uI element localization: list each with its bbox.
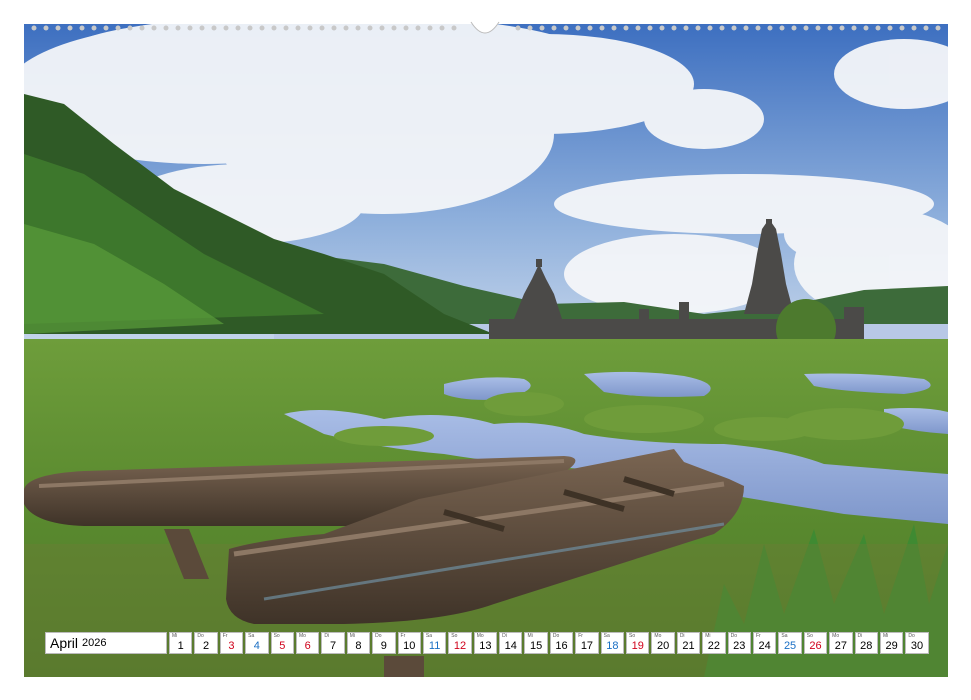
- weekday-abbr: Do: [197, 633, 204, 639]
- day-number: 3: [228, 640, 235, 652]
- weekday-abbr: Mi: [527, 633, 533, 639]
- calendar-day-27: Mo 27: [829, 632, 853, 654]
- day-number: 12: [453, 640, 467, 652]
- calendar-day-25: Sa 25: [778, 632, 802, 654]
- weekday-abbr: Mo: [654, 633, 662, 639]
- day-number: 6: [304, 640, 311, 652]
- day-number: 26: [809, 640, 822, 652]
- day-number: 29: [885, 640, 898, 652]
- day-number: 13: [479, 640, 492, 652]
- month-name: April: [50, 635, 79, 651]
- photo-scene: [24, 24, 948, 677]
- calendar-day-23: Do 23: [727, 632, 751, 654]
- weekday-abbr: Mi: [349, 633, 356, 639]
- weekday-abbr: Mo: [476, 633, 484, 639]
- calendar-month-label: April 2026: [45, 632, 167, 654]
- weekday-abbr: So: [273, 633, 280, 639]
- weekday-abbr: Do: [908, 633, 915, 639]
- weekday-abbr: Sa: [603, 633, 610, 639]
- day-number: 7: [329, 640, 337, 652]
- weekday-abbr: Di: [502, 633, 507, 639]
- calendar-day-7: Di 7: [321, 632, 345, 654]
- weekday-abbr: Fr: [400, 633, 406, 639]
- weekday-abbr: Mo: [832, 633, 840, 639]
- day-number: 25: [783, 640, 797, 652]
- weekday-abbr: Di: [324, 633, 330, 639]
- day-number: 16: [555, 640, 568, 652]
- day-number: 18: [606, 640, 619, 652]
- calendar-day-8: Mi 8: [346, 632, 371, 654]
- day-number: 28: [860, 640, 873, 652]
- day-number: 4: [253, 640, 260, 652]
- calendar-day-30: Do 30: [905, 632, 929, 654]
- day-number: 22: [707, 640, 721, 652]
- weekday-abbr: Fr: [755, 633, 761, 639]
- calendar-day-16: Do 16: [549, 632, 574, 654]
- calendar-day-12: So 12: [448, 632, 472, 654]
- day-number: 9: [380, 640, 387, 652]
- calendar-day-11: Sa 11: [422, 632, 447, 654]
- weekday-abbr: Do: [552, 633, 560, 639]
- weekday-abbr: Mi: [172, 633, 178, 639]
- weekday-abbr: So: [451, 633, 458, 639]
- calendar-day-29: Mi 29: [879, 632, 904, 654]
- day-number: 27: [834, 640, 847, 652]
- calendar-day-20: Mo 20: [651, 632, 675, 654]
- calendar-day-6: Mo 6: [295, 632, 320, 654]
- day-number: 21: [682, 640, 695, 652]
- calendar-day-9: Do 9: [372, 632, 396, 654]
- calendar-day-22: Mi 22: [702, 632, 726, 654]
- calendar-day-21: Di 21: [676, 632, 701, 654]
- day-number: 2: [203, 640, 210, 652]
- calendar-day-24: Fr 24: [752, 632, 777, 654]
- day-number: 10: [403, 640, 416, 652]
- day-number: 19: [631, 640, 644, 652]
- calendar-day-14: Di 14: [499, 632, 523, 654]
- weekday-abbr: So: [806, 633, 813, 639]
- day-number: 5: [279, 640, 286, 652]
- weekday-abbr: Do: [375, 633, 382, 639]
- day-number: 17: [580, 640, 594, 652]
- weekday-abbr: Sa: [248, 633, 255, 639]
- calendar-day-26: So 26: [803, 632, 828, 654]
- day-number: 20: [656, 640, 670, 652]
- calendar-day-19: So 19: [626, 632, 650, 654]
- calendar-day-5: So 5: [270, 632, 294, 654]
- day-number: 15: [530, 640, 543, 652]
- calendar-hanger: [470, 21, 500, 34]
- weekday-abbr: Do: [730, 633, 737, 639]
- landscape-photo: [24, 24, 948, 677]
- calendar-day-15: Mi 15: [524, 632, 548, 654]
- day-number: 14: [504, 640, 517, 652]
- calendar-day-13: Mo 13: [473, 632, 498, 654]
- calendar-strip: April 2026 Mi 1 Do 2 Fr 3 Sa 4 So 5 Mo 6 Di 7 Mi 8 Do 9 Fr…: [45, 632, 929, 654]
- day-number: 23: [733, 640, 746, 652]
- day-number: 11: [428, 640, 441, 652]
- year-label: 2026: [82, 637, 107, 649]
- weekday-abbr: So: [629, 633, 636, 639]
- calendar-day-2: Do 2: [194, 632, 218, 654]
- weekday-abbr: Mi: [705, 633, 711, 639]
- weekday-abbr: Fr: [222, 633, 228, 639]
- day-number: 8: [355, 640, 362, 652]
- day-number: 24: [758, 640, 771, 652]
- calendar-day-18: Sa 18: [600, 632, 625, 654]
- weekday-abbr: Sa: [781, 633, 788, 639]
- calendar-day-3: Fr 3: [219, 632, 244, 654]
- calendar-days: Mi 1 Do 2 Fr 3 Sa 4 So 5 Mo 6 Di 7 Mi 8 Do 9 Fr 10 Sa 11 So 12 M…: [169, 632, 929, 654]
- weekday-abbr: Di: [857, 633, 863, 639]
- weekday-abbr: Mo: [298, 633, 306, 639]
- calendar-day-10: Fr 10: [397, 632, 421, 654]
- weekday-abbr: Sa: [425, 633, 433, 639]
- day-number: 1: [177, 640, 184, 652]
- calendar-day-28: Di 28: [854, 632, 878, 654]
- day-number: 30: [910, 640, 924, 652]
- weekday-abbr: Di: [679, 633, 685, 639]
- calendar-day-4: Sa 4: [245, 632, 269, 654]
- weekday-abbr: Fr: [578, 633, 583, 639]
- weekday-abbr: Mi: [882, 633, 889, 639]
- calendar-day-1: Mi 1: [169, 632, 193, 654]
- calendar-day-17: Fr 17: [575, 632, 599, 654]
